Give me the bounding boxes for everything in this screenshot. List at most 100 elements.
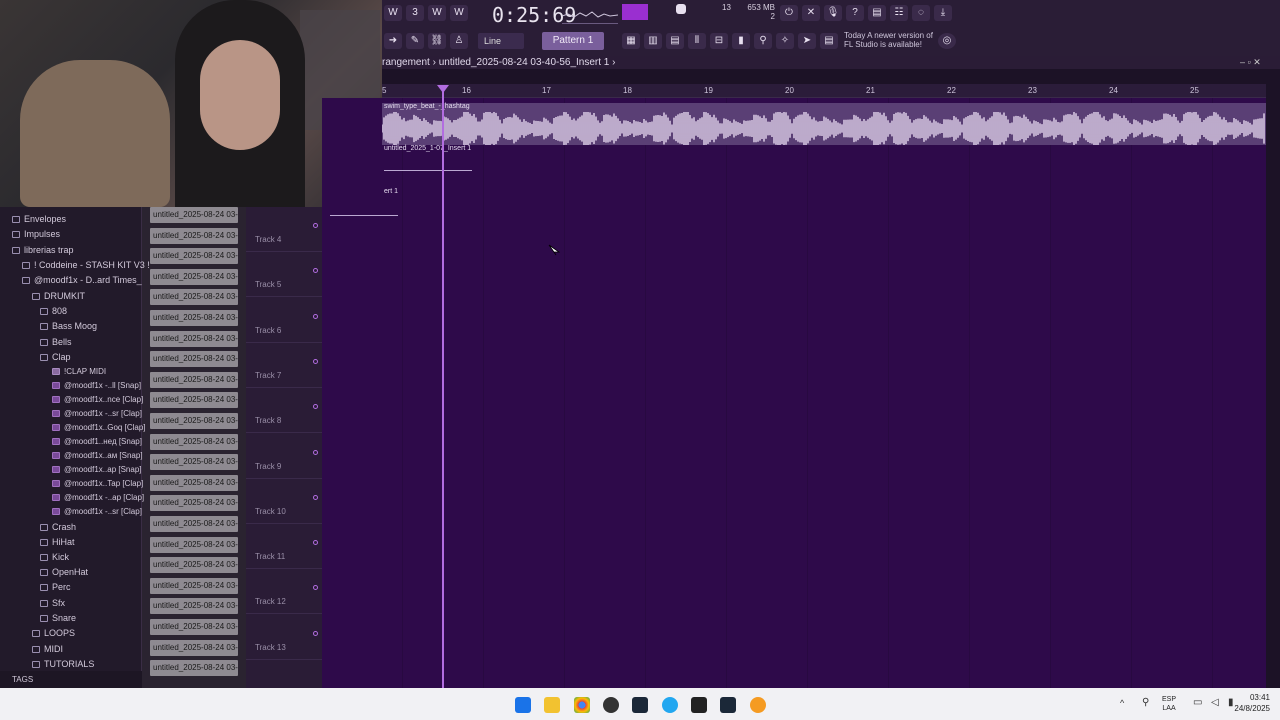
channel-button[interactable]: untitled_2025-08-24 03-... (150, 392, 238, 409)
timeline-ruler[interactable]: 5 16 17 18 19 20 21 22 23 24 25 (382, 84, 1266, 98)
obs-icon[interactable] (603, 697, 619, 713)
channel-button[interactable]: untitled_2025-08-24 03-... (150, 660, 238, 677)
network-icon[interactable]: ▭ (1193, 697, 1202, 708)
track-dot-icon[interactable] (313, 268, 318, 274)
playhead[interactable] (442, 86, 444, 688)
browser-item[interactable]: ! Coddeine - STASH KIT V3 ! (22, 260, 150, 270)
browser-icon[interactable]: ⊟ (710, 33, 728, 49)
chrome-icon[interactable] (574, 697, 590, 713)
export-icon[interactable]: ➤ (798, 33, 816, 49)
app-icon[interactable] (691, 697, 707, 713)
browser-item[interactable]: HiHat (40, 537, 75, 547)
channel-button[interactable]: untitled_2025-08-24 03-... (150, 330, 238, 347)
loop-record-icon[interactable]: W (450, 5, 468, 21)
help-icon[interactable]: ? (846, 5, 864, 21)
channel-button[interactable]: untitled_2025-08-24 03-... (150, 248, 238, 265)
record-icon[interactable]: W (384, 5, 402, 21)
browser-item[interactable]: @moodf1x -..ap [Clap] (52, 493, 144, 502)
clock[interactable]: 03:41 24/8/2025 (1234, 692, 1270, 714)
mic-icon[interactable]: 🎙 (824, 5, 842, 21)
metronome-icon[interactable]: W (428, 5, 446, 21)
draw-icon[interactable]: ✎ (406, 33, 424, 49)
browser-item[interactable]: @moodf1x -..ll [Snap] (52, 381, 141, 390)
power-icon[interactable]: ⏻ (780, 5, 798, 21)
snap-select[interactable]: Line (478, 33, 524, 49)
channel-rack-icon[interactable]: ▤ (666, 33, 684, 49)
track-header[interactable]: Track 13 (246, 615, 322, 660)
browser-item[interactable]: librerias trap (12, 245, 74, 255)
language-indicator[interactable]: ESP LAA (1162, 695, 1176, 713)
track-dot-icon[interactable] (313, 630, 318, 636)
channel-button[interactable]: untitled_2025-08-24 03-... (150, 577, 238, 594)
track-dot-icon[interactable] (313, 223, 318, 228)
window-controls[interactable]: – ▫ ✕ (1240, 57, 1261, 68)
track-header[interactable]: Track 10 (246, 479, 322, 524)
channel-button[interactable]: untitled_2025-08-24 03-... (150, 351, 238, 368)
channel-button[interactable]: untitled_2025-08-24 03-... (150, 289, 238, 306)
track-header[interactable]: Track 11 (246, 524, 322, 570)
track-header[interactable]: Track 5 (246, 252, 322, 298)
browser-item[interactable]: Sfx (40, 598, 65, 608)
browser-item[interactable]: Bass Moog (40, 321, 97, 331)
browser-item[interactable]: 808 (40, 306, 67, 316)
update-icon[interactable]: ◎ (938, 33, 956, 49)
piano-roll-icon[interactable]: ▥ (644, 33, 662, 49)
channel-button[interactable]: untitled_2025-08-24 03-... (150, 639, 238, 656)
track-header[interactable]: Track 9 (246, 434, 322, 479)
audio-clip[interactable]: swim_type_beat_-_hashtag (382, 103, 1266, 145)
browser-item[interactable]: DRUMKIT (32, 291, 85, 301)
browser-item[interactable]: LOOPS (32, 628, 75, 638)
browser-item[interactable]: @moodf1..нед [Snap] (52, 437, 142, 446)
browser-item[interactable]: @moodf1x -..sr [Clap] (52, 409, 142, 418)
chat-icon[interactable]: ◌ (912, 5, 930, 21)
track-dot-icon[interactable] (313, 404, 318, 410)
track-dot-icon[interactable] (313, 585, 318, 591)
link-icon[interactable]: ⛓ (428, 33, 446, 49)
track-dot-icon[interactable] (313, 449, 318, 455)
plugin-icon[interactable]: ▮ (732, 33, 750, 49)
clip-label[interactable]: untitled_2025_1-07_Insert 1 (384, 145, 471, 152)
arrow-right-icon[interactable]: ➜ (384, 33, 402, 49)
browser-item[interactable]: @moodf1x - D..ard Times_ (22, 275, 142, 285)
channel-button[interactable]: untitled_2025-08-24 03-... (150, 474, 238, 491)
cart-icon[interactable]: ▤ (820, 33, 838, 49)
channel-button[interactable]: untitled_2025-08-24 03-... (150, 207, 238, 223)
steam-icon[interactable] (632, 697, 648, 713)
edge-icon[interactable] (662, 697, 678, 713)
channel-button[interactable]: untitled_2025-08-24 03-... (150, 310, 238, 326)
tools-icon[interactable]: ✕ (802, 5, 820, 21)
channel-button[interactable]: untitled_2025-08-24 03-... (150, 619, 238, 635)
track-header[interactable]: Track 4 (246, 207, 322, 252)
browser-item[interactable]: @moodf1x..nce [Clap] (52, 395, 143, 404)
browser-item[interactable]: OpenHat (40, 567, 88, 577)
browser-item[interactable]: Bells (40, 337, 72, 347)
browser-item[interactable]: Kick (40, 552, 69, 562)
playhead-marker[interactable] (437, 85, 449, 93)
channel-button[interactable]: untitled_2025-08-24 03-... (150, 413, 238, 429)
track-dot-icon[interactable] (313, 313, 318, 319)
browser-item[interactable]: Envelopes (12, 214, 66, 224)
browser-item[interactable]: Impulses (12, 229, 60, 239)
browser-item[interactable]: Perc (40, 582, 71, 592)
track-dot-icon[interactable] (313, 494, 318, 500)
stop-icon[interactable] (676, 4, 686, 14)
browser-item[interactable]: @moodf1x..ap [Snap] (52, 465, 142, 474)
playlist-tracks[interactable]: swim_type_beat_-_hashtag untitled_2025_1… (322, 98, 1266, 688)
track-dot-icon[interactable] (313, 540, 318, 546)
fl-studio-icon[interactable] (750, 697, 766, 713)
news-panel[interactable]: Today A newer version of FL Studio is av… (844, 31, 940, 49)
track-header[interactable]: Track 8 (246, 388, 322, 434)
tray-chevron-icon[interactable]: ^ (1120, 698, 1124, 708)
browser-item[interactable]: Clap (40, 352, 71, 362)
channel-button[interactable]: untitled_2025-08-24 03-... (150, 536, 238, 553)
channel-button[interactable]: untitled_2025-08-24 03-... (150, 433, 238, 450)
channel-button[interactable]: untitled_2025-08-24 03-... (150, 227, 238, 244)
channel-button[interactable]: untitled_2025-08-24 03-... (150, 495, 238, 512)
browser-item[interactable]: @moodf1x..Goq [Clap] (52, 423, 146, 432)
browser-item[interactable]: Snare (40, 613, 76, 623)
browser-item[interactable]: !CLAP MIDI (52, 367, 106, 376)
browser-item[interactable]: Crash (40, 522, 76, 532)
mixer-view-icon[interactable]: ⫴ (688, 33, 706, 49)
mixer-icon[interactable]: ☷ (890, 5, 908, 21)
channel-button[interactable]: untitled_2025-08-24 03-... (150, 268, 238, 285)
